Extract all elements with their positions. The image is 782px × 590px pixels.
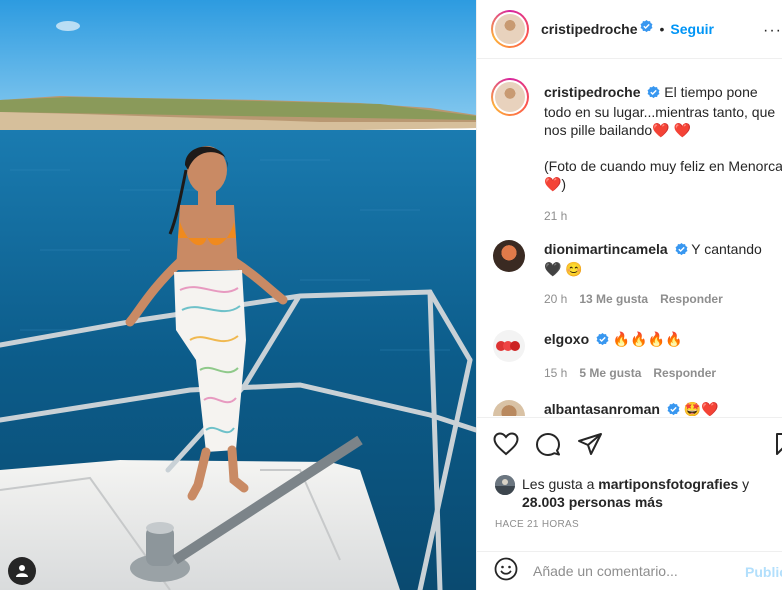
caption-text: El tiempo pone todo en su lugar...mientr…	[544, 84, 782, 192]
verified-icon	[596, 332, 609, 350]
photo-image	[0, 0, 476, 590]
comment-avatar[interactable]	[493, 330, 525, 362]
separator-dot: •	[659, 21, 665, 37]
caption: cristipedroche El tiempo pone todo en su…	[491, 78, 782, 225]
author-avatar[interactable]	[491, 10, 529, 48]
post-header: cristipedroche • Seguir ···	[477, 0, 782, 59]
verified-icon	[675, 242, 688, 260]
author-username[interactable]: cristipedroche	[541, 21, 637, 37]
comment-item: dionimartincamela Y cantando 🖤 😊 20 h 13…	[493, 240, 782, 308]
post-actions: Les gusta a martiponsfotografies y 28.00…	[477, 417, 782, 551]
comments-list[interactable]: cristipedroche El tiempo pone todo en su…	[477, 60, 782, 416]
comment-username[interactable]: elgoxo	[544, 331, 589, 347]
emoji-icon[interactable]	[494, 557, 518, 586]
reply-button[interactable]: Responder	[653, 364, 716, 382]
more-options-icon[interactable]: ···	[763, 22, 782, 40]
post-time-ago[interactable]: HACE 21 HORAS	[495, 519, 579, 530]
comment-username[interactable]: dionimartincamela	[544, 241, 668, 257]
heart-icon[interactable]	[493, 432, 519, 461]
likes-count[interactable]: 28.003 personas más	[522, 494, 663, 510]
likes-prefix: Les gusta a	[522, 476, 599, 492]
comment-likes[interactable]: 13 Me gusta	[579, 290, 648, 308]
publish-button[interactable]: Publicar	[745, 564, 782, 580]
comment-input[interactable]	[533, 563, 723, 579]
comment-avatar[interactable]	[493, 240, 525, 272]
caption-time[interactable]: 21 h	[544, 207, 782, 225]
comment-avatar[interactable]	[493, 400, 525, 416]
likes-summary: Les gusta a martiponsfotografies y 28.00…	[495, 475, 782, 511]
post-photo[interactable]	[0, 0, 476, 590]
comment-time[interactable]: 20 h	[544, 290, 567, 308]
liker-avatar[interactable]	[495, 475, 515, 495]
reply-button[interactable]: Responder	[660, 290, 723, 308]
verified-icon	[647, 85, 660, 103]
caption-avatar[interactable]	[491, 78, 529, 116]
user-tag-icon[interactable]	[8, 557, 36, 585]
verified-icon	[667, 402, 680, 416]
add-comment-bar: Publicar	[477, 551, 782, 590]
comment-time[interactable]: 15 h	[544, 364, 567, 382]
follow-button[interactable]: Seguir	[670, 21, 714, 37]
comment-item: albantasanroman 🤩❤️	[493, 400, 782, 416]
verified-icon	[640, 20, 653, 38]
comment-text: 🔥🔥🔥🔥	[612, 331, 683, 347]
caption-username[interactable]: cristipedroche	[544, 84, 640, 100]
post-panel: cristipedroche • Seguir ··· cristipedroc…	[476, 0, 782, 590]
share-icon[interactable]	[577, 432, 603, 461]
comment-username[interactable]: albantasanroman	[544, 401, 660, 416]
comment-item: elgoxo 🔥🔥🔥🔥 15 h 5 Me gusta Responder	[493, 330, 782, 382]
comment-likes[interactable]: 5 Me gusta	[579, 364, 641, 382]
bookmark-icon[interactable]	[775, 432, 782, 461]
likes-middle: y	[738, 476, 750, 492]
comment-icon[interactable]	[535, 432, 561, 461]
liker-username[interactable]: martiponsfotografies	[598, 476, 738, 492]
comment-text: 🤩❤️	[683, 401, 719, 416]
